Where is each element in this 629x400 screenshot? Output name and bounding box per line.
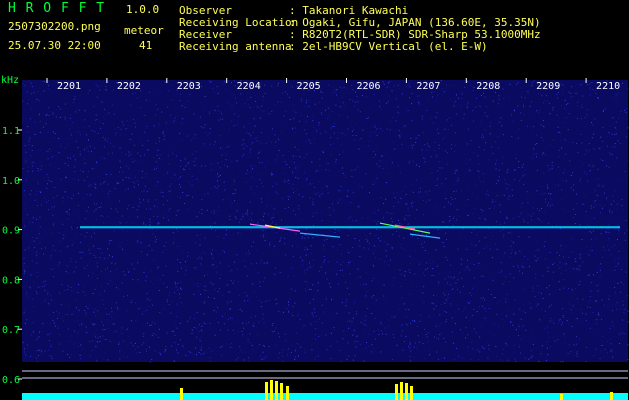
activity-spike [280, 383, 283, 400]
frequency-tick-label: 0.8 [2, 275, 20, 286]
activity-baseline [22, 393, 628, 400]
time-tick-label: 2206 [356, 81, 380, 92]
activity-spike [410, 386, 413, 400]
activity-spike [400, 382, 403, 400]
time-tick-label: 2210 [596, 81, 620, 92]
time-tick-label: 2205 [297, 81, 321, 92]
activity-spike [286, 386, 289, 400]
time-tick-label: 2204 [237, 81, 261, 92]
activity-spike [395, 384, 398, 400]
time-tick-label: 2208 [476, 81, 500, 92]
frequency-unit-label: kHz [1, 75, 19, 86]
activity-spike [265, 382, 268, 400]
activity-spike [405, 383, 408, 400]
activity-spike [610, 392, 613, 400]
time-tick-label: 2202 [117, 81, 141, 92]
time-tick-label: 2201 [57, 81, 81, 92]
activity-spike [180, 388, 183, 400]
time-tick-label: 2203 [177, 81, 201, 92]
activity-spike [560, 394, 563, 400]
frequency-tick-label: 1.1 [2, 126, 20, 137]
noise-field [22, 80, 628, 362]
spectrogram: kHz 1.1 1.0 0.9 0.8 0.7 0.6 2201 2202 2203 2204 220… [1, 75, 629, 400]
time-tick-label: 2209 [536, 81, 560, 92]
frequency-tick-label: 0.6 [2, 375, 20, 386]
time-tick-label: 2207 [416, 81, 440, 92]
frequency-tick-label: 0.7 [2, 325, 20, 336]
activity-spike [275, 381, 278, 400]
frequency-tick-label: 1.0 [2, 176, 20, 187]
activity-spike [270, 380, 273, 400]
frequency-tick-label: 0.9 [2, 226, 20, 237]
